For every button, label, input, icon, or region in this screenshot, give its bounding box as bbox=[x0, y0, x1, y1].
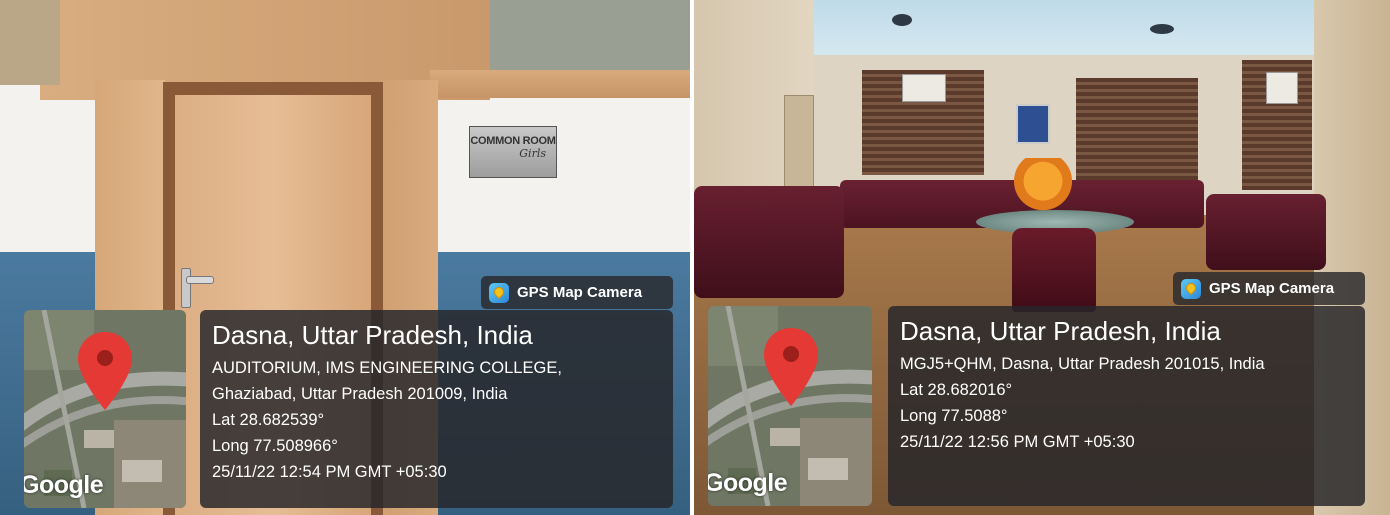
address-line-1: AUDITORIUM, IMS ENGINEERING COLLEGE, bbox=[212, 359, 562, 377]
google-logo: Google bbox=[708, 469, 788, 497]
location-info-card: Dasna, Uttar Pradesh, India MGJ5+QHM, Da… bbox=[888, 306, 1365, 506]
gps-map-camera-icon bbox=[489, 282, 509, 303]
photo-common-room-interior: GPS Map Camera Google Dasna, Uttar Prade… bbox=[694, 0, 1390, 515]
location-pin-icon bbox=[764, 328, 818, 406]
table-base bbox=[1012, 228, 1096, 312]
notice-board bbox=[1016, 104, 1050, 144]
location-pin-icon bbox=[78, 332, 132, 410]
ac-unit-1 bbox=[902, 74, 946, 102]
map-thumbnail: Google bbox=[24, 310, 186, 508]
gps-map-camera-icon bbox=[1181, 278, 1201, 299]
photo-common-room-door: COMMON ROOM Girls GPS Map Camera Google … bbox=[0, 0, 690, 515]
wood-panel-right bbox=[0, 0, 60, 85]
sign-line-2: Girls bbox=[519, 147, 546, 160]
ceiling-fan-1 bbox=[892, 14, 912, 26]
door-lever bbox=[186, 276, 214, 284]
sign-line-1: COMMON ROOM bbox=[470, 135, 556, 147]
longitude: Long 77.508966° bbox=[212, 437, 338, 455]
door-handle bbox=[181, 268, 191, 308]
timestamp: 25/11/22 12:56 PM GMT +05:30 bbox=[900, 433, 1135, 451]
location-city: Dasna, Uttar Pradesh, India bbox=[212, 320, 533, 350]
address-line-1: MGJ5+QHM, Dasna, Uttar Pradesh 201015, I… bbox=[900, 355, 1265, 373]
location-city: Dasna, Uttar Pradesh, India bbox=[900, 316, 1221, 346]
ac-unit-2 bbox=[1266, 72, 1298, 104]
sofa-left bbox=[694, 186, 844, 298]
gps-map-camera-badge: GPS Map Camera bbox=[481, 276, 673, 309]
wood-panel-band bbox=[430, 70, 690, 98]
window-2 bbox=[1076, 78, 1198, 182]
common-room-sign: COMMON ROOM Girls bbox=[469, 126, 557, 178]
location-info-card: Dasna, Uttar Pradesh, India AUDITORIUM, … bbox=[200, 310, 673, 508]
badge-label: GPS Map Camera bbox=[1209, 280, 1335, 297]
latitude: Lat 28.682016° bbox=[900, 381, 1013, 399]
sofa-right bbox=[1206, 194, 1326, 270]
map-thumbnail: Google bbox=[708, 306, 872, 506]
latitude: Lat 28.682539° bbox=[212, 411, 325, 429]
timestamp: 25/11/22 12:54 PM GMT +05:30 bbox=[212, 463, 447, 481]
longitude: Long 77.5088° bbox=[900, 407, 1008, 425]
address-line-2: Ghaziabad, Uttar Pradesh 201009, India bbox=[212, 385, 508, 403]
google-logo: Google bbox=[24, 471, 104, 499]
flower-vase bbox=[1010, 158, 1076, 216]
ceiling-fan-2 bbox=[1150, 24, 1174, 34]
gps-map-camera-badge: GPS Map Camera bbox=[1173, 272, 1365, 305]
badge-label: GPS Map Camera bbox=[517, 284, 643, 301]
